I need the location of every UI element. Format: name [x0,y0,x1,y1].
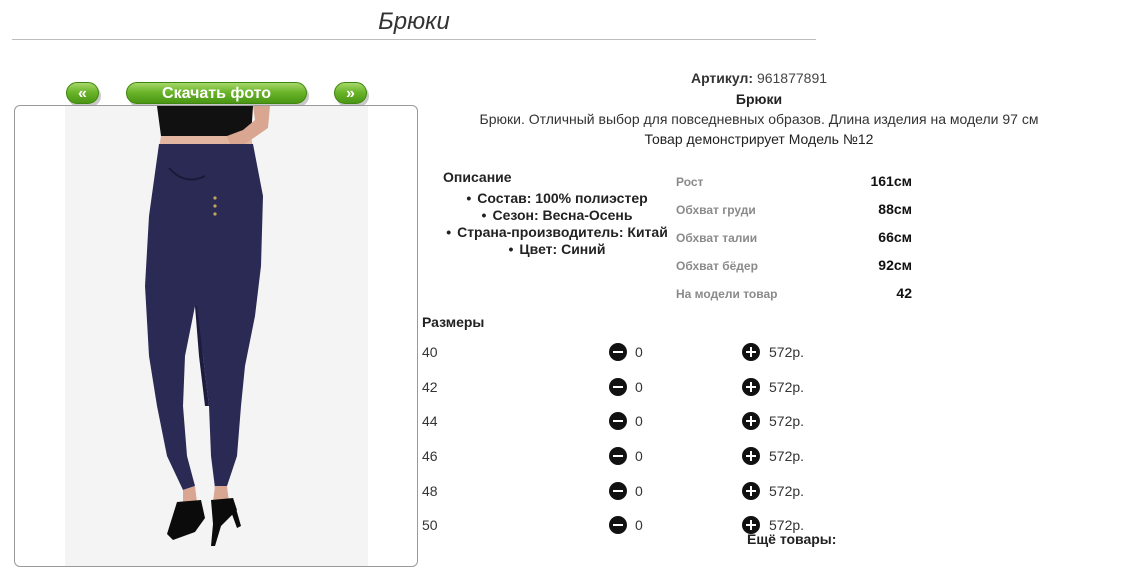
param-row: Обхват груди 88см [676,201,912,229]
title-divider [12,39,816,40]
size-row: 40 0 572р. [422,343,842,364]
size-label: 50 [422,517,438,533]
size-label: 40 [422,344,438,360]
article-value: 961877891 [756,70,828,86]
description-item: Цвет: Синий [432,241,682,258]
size-price: 572р. [769,413,805,429]
param-row: Обхват бёдер 92см [676,257,912,285]
article-label: Артикул: [690,70,754,86]
plus-icon[interactable] [742,482,760,500]
param-value: 42 [896,285,912,301]
minus-icon[interactable] [609,516,627,534]
size-row: 48 0 572р. [422,482,842,503]
size-label: 44 [422,413,438,429]
product-photo-frame [14,105,418,567]
description-list: Состав: 100% полиэстер Сезон: Весна-Осен… [432,190,682,258]
article-line: Артикул: 961877891 [424,70,1094,86]
size-row: 44 0 572р. [422,412,842,433]
size-qty: 0 [635,344,643,360]
size-price: 572р. [769,483,805,499]
description-title: Описание [443,169,512,185]
size-label: 48 [422,483,438,499]
next-photo-button[interactable]: » [334,82,367,104]
plus-icon[interactable] [742,447,760,465]
size-price: 572р. [769,379,805,395]
param-value: 161см [870,173,912,189]
minus-icon[interactable] [609,482,627,500]
size-qty: 0 [635,483,643,499]
more-goods-heading: Ещё товары: [747,531,837,547]
size-price: 572р. [769,448,805,464]
prev-photo-button[interactable]: « [66,82,99,104]
model-params-table: Рост 161см Обхват груди 88см Обхват тали… [676,173,912,313]
param-value: 66см [878,229,912,245]
size-row: 42 0 572р. [422,378,842,399]
description-item: Страна-производитель: Китай [432,224,682,241]
minus-icon[interactable] [609,378,627,396]
product-description: Брюки. Отличный выбор для повседневных о… [479,111,1039,127]
param-label: Обхват бёдер [676,259,758,273]
param-row: Обхват талии 66см [676,229,912,257]
param-label: Обхват груди [676,203,756,217]
size-qty: 0 [635,517,643,533]
plus-icon[interactable] [742,412,760,430]
description-item: Сезон: Весна-Осень [432,207,682,224]
size-label: 46 [422,448,438,464]
download-photo-button[interactable]: Скачать фото [126,82,307,104]
size-row: 46 0 572р. [422,447,842,468]
param-value: 88см [878,201,912,217]
minus-icon[interactable] [609,412,627,430]
size-qty: 0 [635,448,643,464]
param-label: Рост [676,175,704,189]
param-row: Рост 161см [676,173,912,201]
plus-icon[interactable] [742,378,760,396]
param-label: На модели товар [676,287,778,301]
param-row: На модели товар 42 [676,285,912,313]
product-name: Брюки [735,91,783,107]
size-label: 42 [422,379,438,395]
minus-icon[interactable] [609,447,627,465]
model-note: Товар демонстрирует Модель №12 [644,131,874,147]
size-price: 572р. [769,344,805,360]
param-value: 92см [878,257,912,273]
product-photo[interactable] [65,106,368,566]
minus-icon[interactable] [609,343,627,361]
sizes-title: Размеры [422,314,485,330]
param-label: Обхват талии [676,231,758,245]
plus-icon[interactable] [742,343,760,361]
size-qty: 0 [635,379,643,395]
description-item: Состав: 100% полиэстер [432,190,682,207]
description-block: Описание Состав: 100% полиэстер Сезон: В… [432,169,682,258]
size-qty: 0 [635,413,643,429]
page-title: Брюки [378,8,450,35]
